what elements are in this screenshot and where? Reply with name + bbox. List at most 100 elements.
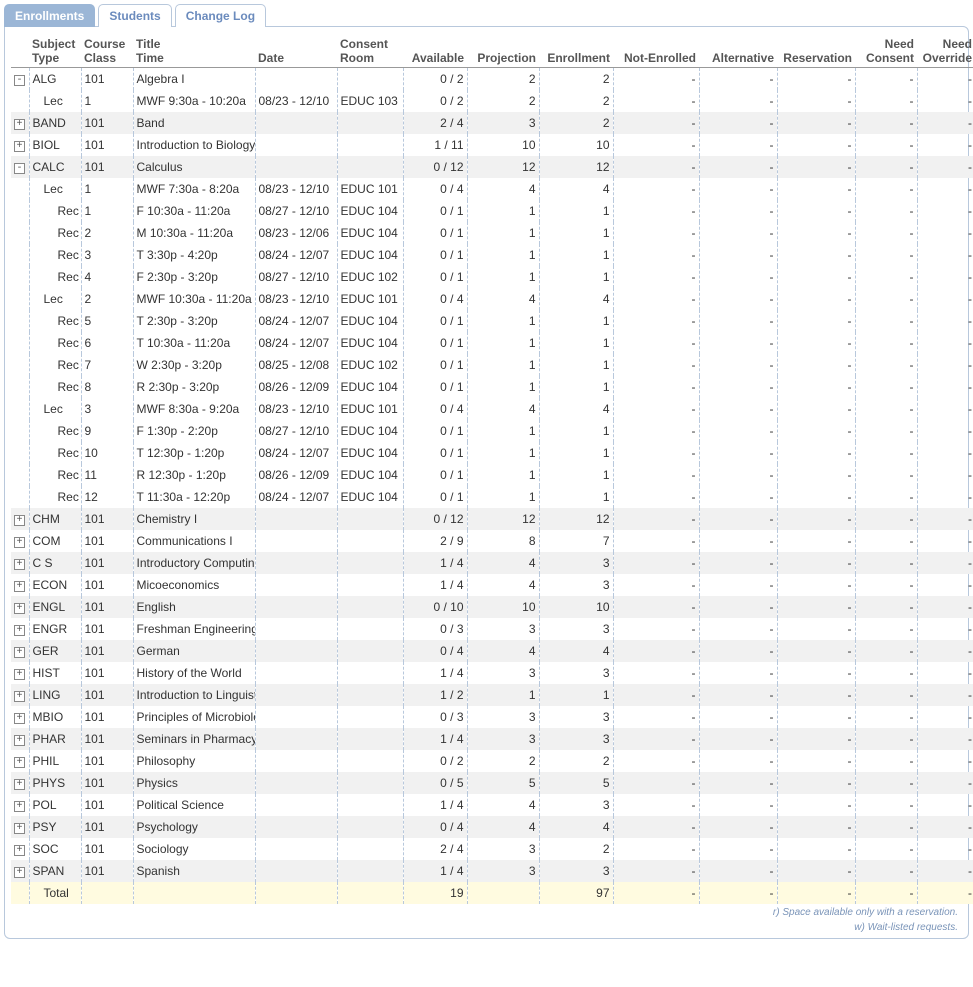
table-row[interactable]: Lec1MWF 9:30a - 10:20a08/23 - 12/10EDUC … — [11, 90, 973, 112]
expand-icon[interactable]: + — [14, 823, 25, 834]
cell-available: 0 / 4 — [403, 640, 467, 662]
col-alternative[interactable]: Alternative — [699, 35, 777, 68]
collapse-icon[interactable]: - — [14, 75, 25, 86]
expand-icon[interactable]: + — [14, 141, 25, 152]
table-row[interactable]: -CALC101Calculus0 / 121212----- — [11, 156, 973, 178]
table-row[interactable]: Rec9F 1:30p - 2:20p08/27 - 12/10EDUC 104… — [11, 420, 973, 442]
cell-projection: 4 — [467, 398, 539, 420]
table-row[interactable]: +PSY101Psychology0 / 444----- — [11, 816, 973, 838]
table-row[interactable]: +COM101Communications I2 / 987----- — [11, 530, 973, 552]
table-row[interactable]: +PHIL101Philosophy0 / 222----- — [11, 750, 973, 772]
expand-icon[interactable]: + — [14, 779, 25, 790]
expand-icon[interactable]: + — [14, 647, 25, 658]
cell-course: 101 — [81, 838, 133, 860]
col-need-override[interactable]: NeedOverride — [917, 35, 973, 68]
collapse-icon[interactable]: - — [14, 163, 25, 174]
col-title[interactable]: TitleTime — [133, 35, 255, 68]
tab-enrollments[interactable]: Enrollments — [4, 4, 95, 27]
col-consent[interactable]: ConsentRoom — [337, 35, 403, 68]
cell-subject: CHM — [29, 508, 81, 530]
table-row[interactable]: +POL101Political Science1 / 443----- — [11, 794, 973, 816]
expand-icon[interactable]: + — [14, 669, 25, 680]
table-row[interactable]: +CHM101Chemistry I0 / 121212----- — [11, 508, 973, 530]
table-row[interactable]: +LING101Introduction to Linguistics1 / 2… — [11, 684, 973, 706]
col-not-enrolled[interactable]: Not-Enrolled — [613, 35, 699, 68]
table-row[interactable]: +SPAN101Spanish1 / 433----- — [11, 860, 973, 882]
table-row[interactable]: Rec6T 10:30a - 11:20a08/24 - 12/07EDUC 1… — [11, 332, 973, 354]
cell-room: EDUC 104 — [337, 244, 403, 266]
col-available[interactable]: Available — [403, 35, 467, 68]
table-row[interactable]: +GER101German0 / 444----- — [11, 640, 973, 662]
col-projection[interactable]: Projection — [467, 35, 539, 68]
cell-subject: Rec — [29, 442, 81, 464]
cell-reservation: - — [777, 486, 855, 508]
table-row[interactable]: Rec3T 3:30p - 4:20p08/24 - 12/07EDUC 104… — [11, 244, 973, 266]
col-enrollment[interactable]: Enrollment — [539, 35, 613, 68]
expand-icon[interactable]: + — [14, 845, 25, 856]
table-row[interactable]: +ENGR101Freshman Engineering0 / 333----- — [11, 618, 973, 640]
expand-icon[interactable]: + — [14, 735, 25, 746]
expand-icon[interactable]: + — [14, 867, 25, 878]
cell-title: R 2:30p - 3:20p — [133, 376, 255, 398]
table-row[interactable]: Rec10T 12:30p - 1:20p08/24 - 12/07EDUC 1… — [11, 442, 973, 464]
cell-alternative: - — [699, 706, 777, 728]
table-row[interactable]: -ALG101Algebra I0 / 222----- — [11, 68, 973, 90]
cell-enrollment: 3 — [539, 552, 613, 574]
table-row[interactable]: +BAND101Band2 / 432----- — [11, 112, 973, 134]
col-date[interactable]: Date — [255, 35, 337, 68]
expand-icon[interactable]: + — [14, 625, 25, 636]
table-row[interactable]: +PHAR101Seminars in Pharmacy1 / 433----- — [11, 728, 973, 750]
col-course[interactable]: CourseClass — [81, 35, 133, 68]
cell-enrollment: 3 — [539, 706, 613, 728]
table-row[interactable]: +MBIO101Principles of Microbiology0 / 33… — [11, 706, 973, 728]
cell-reservation: - — [777, 750, 855, 772]
cell-date: 08/24 - 12/07 — [255, 244, 337, 266]
col-subject[interactable]: SubjectType — [29, 35, 81, 68]
expand-icon[interactable]: + — [14, 757, 25, 768]
table-row[interactable]: +SOC101Sociology2 / 432----- — [11, 838, 973, 860]
table-row[interactable]: +ECON101Micoeconomics1 / 443----- — [11, 574, 973, 596]
table-row[interactable]: Rec12T 11:30a - 12:20p08/24 - 12/07EDUC … — [11, 486, 973, 508]
cell-subject: BAND — [29, 112, 81, 134]
expand-icon[interactable]: + — [14, 603, 25, 614]
table-row[interactable]: Lec3MWF 8:30a - 9:20a08/23 - 12/10EDUC 1… — [11, 398, 973, 420]
expand-icon[interactable]: + — [14, 713, 25, 724]
table-row[interactable]: Rec5T 2:30p - 3:20p08/24 - 12/07EDUC 104… — [11, 310, 973, 332]
cell-need-consent: - — [855, 816, 917, 838]
cell-need-consent: - — [855, 200, 917, 222]
cell-date: 08/27 - 12/10 — [255, 266, 337, 288]
expand-icon[interactable]: + — [14, 119, 25, 130]
table-row[interactable]: +PHYS101Physics0 / 555----- — [11, 772, 973, 794]
tab-students[interactable]: Students — [98, 4, 171, 27]
col-reservation[interactable]: Reservation — [777, 35, 855, 68]
table-row[interactable]: Rec1F 10:30a - 11:20a08/27 - 12/10EDUC 1… — [11, 200, 973, 222]
expand-icon[interactable]: + — [14, 581, 25, 592]
table-row[interactable]: Rec7W 2:30p - 3:20p08/25 - 12/08EDUC 102… — [11, 354, 973, 376]
table-row[interactable]: +BIOL101Introduction to Biology1 / 11101… — [11, 134, 973, 156]
cell-need-override: - — [917, 750, 973, 772]
table-row[interactable]: Rec8R 2:30p - 3:20p08/26 - 12/09EDUC 104… — [11, 376, 973, 398]
expand-icon[interactable]: + — [14, 691, 25, 702]
tab-change-log[interactable]: Change Log — [175, 4, 266, 27]
table-row[interactable]: Rec4F 2:30p - 3:20p08/27 - 12/10EDUC 102… — [11, 266, 973, 288]
expand-icon[interactable]: + — [14, 537, 25, 548]
table-row[interactable]: Rec11R 12:30p - 1:20p08/26 - 12/09EDUC 1… — [11, 464, 973, 486]
cell-reservation: - — [777, 772, 855, 794]
table-row[interactable]: Lec1MWF 7:30a - 8:20a08/23 - 12/10EDUC 1… — [11, 178, 973, 200]
expand-icon[interactable]: + — [14, 559, 25, 570]
cell-room — [337, 684, 403, 706]
cell-expand — [11, 354, 29, 376]
cell-projection: 1 — [467, 332, 539, 354]
cell-available: 1 / 11 — [403, 134, 467, 156]
table-row[interactable]: +ENGL101English0 / 101010----- — [11, 596, 973, 618]
cell-not-enrolled: - — [613, 772, 699, 794]
expand-icon[interactable]: + — [14, 801, 25, 812]
expand-icon[interactable]: + — [14, 515, 25, 526]
cell-expand: + — [11, 860, 29, 882]
table-row[interactable]: +C S101Introductory Computing1 / 443----… — [11, 552, 973, 574]
col-need-consent[interactable]: NeedConsent — [855, 35, 917, 68]
table-row[interactable]: +HIST101History of the World1 / 433----- — [11, 662, 973, 684]
table-row[interactable]: Lec2MWF 10:30a - 11:20a08/23 - 12/10EDUC… — [11, 288, 973, 310]
cell-need-consent: - — [855, 156, 917, 178]
table-row[interactable]: Rec2M 10:30a - 11:20a08/23 - 12/06EDUC 1… — [11, 222, 973, 244]
